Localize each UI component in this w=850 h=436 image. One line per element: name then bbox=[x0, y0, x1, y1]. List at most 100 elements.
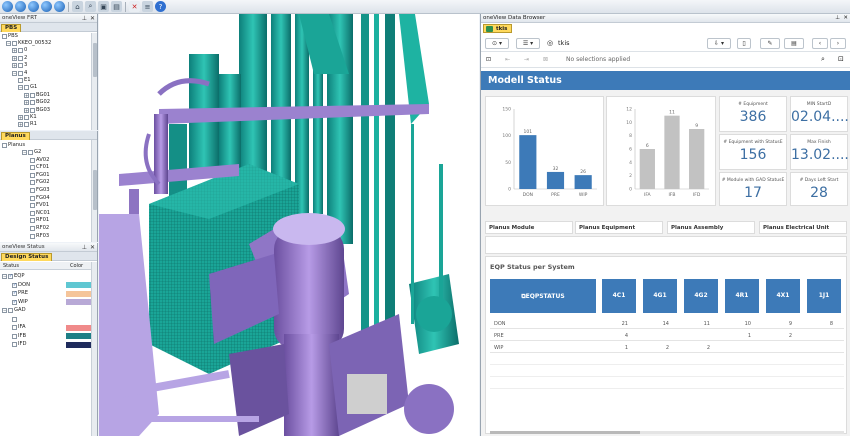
checkbox[interactable] bbox=[30, 233, 35, 239]
tree-node[interactable]: + BG02 bbox=[24, 99, 50, 106]
status-item[interactable]: ✓ PRE bbox=[12, 290, 28, 297]
scrollbar-thumb[interactable] bbox=[490, 431, 640, 434]
checkbox[interactable] bbox=[18, 70, 23, 76]
checkbox[interactable] bbox=[12, 342, 17, 347]
checkbox[interactable] bbox=[30, 107, 35, 113]
status-group[interactable]: − GAD bbox=[2, 307, 26, 314]
status-group[interactable]: − ✓ EQP bbox=[2, 273, 25, 280]
expand-toggle-icon[interactable]: − bbox=[12, 70, 17, 76]
bar-chart-card[interactable]: 0 50 100 150 101 DON 32 PRE 26 WIP bbox=[485, 96, 604, 206]
gad-status-bar-chart[interactable]: 0 2 4 6 8 10 12 6 IFA 11 IFB 9 IFD bbox=[607, 97, 717, 207]
table-cell[interactable]: 8 bbox=[799, 321, 833, 327]
previous-sheet-button[interactable]: ‹ bbox=[812, 38, 828, 49]
status-color-swatch[interactable] bbox=[66, 282, 92, 288]
tree-node[interactable]: +2 bbox=[12, 55, 27, 62]
checkbox[interactable] bbox=[30, 203, 35, 209]
checkbox[interactable] bbox=[24, 85, 29, 91]
search-icon[interactable]: ⌕ bbox=[85, 1, 96, 12]
edit-button[interactable]: ✎ bbox=[760, 38, 780, 49]
tree-node[interactable]: +0 bbox=[12, 47, 27, 54]
row-label[interactable]: PRE bbox=[494, 333, 504, 339]
table-cell[interactable]: 10 bbox=[717, 321, 751, 327]
status-item[interactable]: IFB bbox=[12, 333, 26, 340]
tab-tkis[interactable]: tkis bbox=[483, 24, 513, 33]
table-cell[interactable]: 2 bbox=[676, 345, 710, 351]
kpi-card[interactable]: # Equipment 386 bbox=[719, 96, 787, 132]
cube-icon[interactable]: ▣ bbox=[98, 1, 109, 12]
checkbox[interactable] bbox=[12, 41, 17, 46]
tree-node[interactable]: FG03 bbox=[30, 187, 50, 194]
checkbox[interactable] bbox=[2, 143, 7, 148]
status-item[interactable]: ✓ DON bbox=[12, 282, 30, 289]
tree-node[interactable]: FV01 bbox=[30, 202, 49, 209]
table-cell[interactable]: 21 bbox=[594, 321, 628, 327]
status-color-swatch[interactable] bbox=[66, 333, 92, 339]
expand-toggle-icon[interactable]: + bbox=[12, 48, 17, 54]
pivot-column-header[interactable]: 4G2 bbox=[684, 279, 718, 313]
tab-planus[interactable]: Planus bbox=[1, 132, 30, 140]
bookmark-button[interactable]: ▯ bbox=[737, 38, 751, 49]
vertical-scrollbar[interactable] bbox=[91, 262, 97, 436]
tree-node[interactable]: + K1 bbox=[18, 114, 37, 121]
checkbox[interactable] bbox=[24, 122, 29, 128]
checkbox[interactable] bbox=[30, 165, 35, 171]
tree-node[interactable] bbox=[12, 316, 17, 323]
help-icon[interactable]: ? bbox=[155, 1, 166, 12]
checkbox[interactable] bbox=[18, 63, 23, 69]
checkbox[interactable] bbox=[30, 226, 35, 231]
vertical-scrollbar[interactable] bbox=[91, 140, 97, 242]
table-cell[interactable]: 1 bbox=[594, 345, 628, 351]
bar-don[interactable] bbox=[519, 135, 537, 189]
vertical-scrollbar[interactable] bbox=[91, 33, 97, 130]
tree-node[interactable]: FG04 bbox=[30, 195, 50, 202]
pin-icon[interactable]: ⊥ bbox=[82, 243, 87, 252]
tree-node[interactable]: CF01 bbox=[30, 164, 49, 171]
kpi-card[interactable]: # Equipment with StatusE 156 bbox=[719, 134, 787, 170]
checkbox[interactable] bbox=[30, 188, 35, 193]
tree-node[interactable]: RF01 bbox=[30, 217, 49, 224]
checkbox[interactable] bbox=[12, 316, 17, 322]
table-cell[interactable]: 9 bbox=[758, 321, 792, 327]
checkbox[interactable]: ✓ bbox=[8, 274, 13, 279]
checkbox[interactable] bbox=[12, 325, 17, 330]
tree-node[interactable]: RF02 bbox=[30, 225, 49, 232]
image-icon[interactable]: ▤ bbox=[111, 1, 122, 12]
expand-toggle-icon[interactable]: − bbox=[2, 274, 7, 279]
checkbox[interactable] bbox=[18, 78, 23, 83]
bar-ifd[interactable] bbox=[689, 129, 705, 189]
tree-node[interactable]: FG02 bbox=[30, 179, 50, 186]
row-label[interactable]: DON bbox=[494, 321, 506, 327]
status-color-swatch[interactable] bbox=[66, 290, 92, 297]
layers-icon[interactable]: ≡ bbox=[142, 1, 153, 12]
eqp-status-bar-chart[interactable]: 0 50 100 150 101 DON 32 PRE 26 WIP bbox=[486, 97, 605, 207]
expand-toggle-icon[interactable]: − bbox=[18, 85, 23, 91]
app-menu-button[interactable]: ☰ ▾ bbox=[516, 38, 540, 49]
row-label[interactable]: WIP bbox=[494, 345, 503, 351]
pivot-column-header[interactable]: 4X1 bbox=[766, 279, 800, 313]
checkbox[interactable] bbox=[2, 34, 7, 39]
expand-toggle-icon[interactable]: + bbox=[12, 55, 17, 61]
table-cell[interactable]: 11 bbox=[676, 321, 710, 327]
checkbox[interactable] bbox=[18, 55, 23, 61]
checkbox[interactable] bbox=[30, 195, 35, 201]
expand-toggle-icon[interactable]: + bbox=[24, 92, 29, 98]
tree-node[interactable]: +3 bbox=[12, 62, 27, 69]
checkbox[interactable] bbox=[30, 92, 35, 98]
checkbox[interactable] bbox=[30, 100, 35, 106]
tree-root[interactable]: PBS bbox=[2, 33, 18, 40]
filter-pane-1[interactable]: Planus Module bbox=[485, 221, 573, 234]
tree-node[interactable]: RF03 bbox=[30, 233, 49, 240]
globe-icon[interactable] bbox=[28, 1, 39, 12]
checkbox[interactable] bbox=[30, 210, 35, 216]
pin-icon[interactable]: ⊥ bbox=[82, 14, 87, 23]
checkbox[interactable] bbox=[24, 115, 29, 120]
tree-node[interactable]: NC01 bbox=[30, 210, 50, 217]
select-icon[interactable]: ⊡ bbox=[838, 55, 844, 63]
scrollbar-thumb[interactable] bbox=[93, 170, 97, 210]
back-icon[interactable]: ⇤ bbox=[505, 56, 510, 63]
navigation-menu-button[interactable]: ⊙ ▾ bbox=[485, 38, 509, 49]
tree-node[interactable]: −4 bbox=[12, 70, 27, 77]
checkbox[interactable] bbox=[12, 333, 17, 339]
close-icon[interactable]: ✕ bbox=[843, 14, 848, 23]
tab-pbs[interactable]: PBS bbox=[1, 24, 22, 32]
